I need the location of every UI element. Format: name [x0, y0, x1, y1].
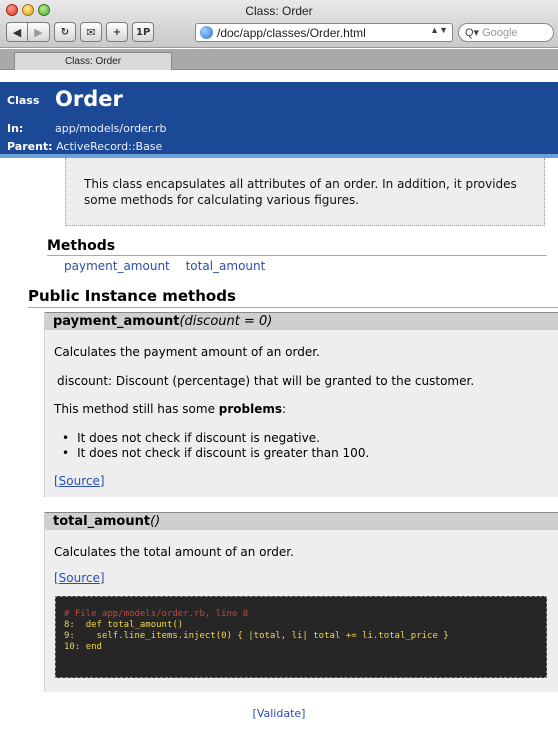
plus-icon: + [112, 26, 122, 38]
add-bookmark-button[interactable]: + [106, 22, 128, 42]
line-number: 10: [64, 642, 81, 652]
method-index: payment_amount total_amount [64, 259, 277, 273]
class-header-banner: Class Order In: app/models/order.rb Pare… [0, 82, 558, 158]
methods-heading: Methods [47, 238, 547, 256]
forward-arrow-icon: ▶ [34, 25, 43, 39]
method-summary: Calculates the total amount of an order. [54, 545, 294, 559]
window-titlebar: Class: Order ◀ ▶ ↻ ✉ + 1P /doc/app/class… [0, 0, 558, 48]
onepassword-icon: 1P [136, 26, 151, 38]
method-params: () [150, 514, 161, 529]
back-button[interactable]: ◀ [6, 22, 28, 42]
class-name: Order [55, 87, 123, 111]
file-path[interactable]: app/models/order.rb [55, 122, 166, 135]
method-summary: Calculates the payment amount of an orde… [54, 345, 320, 359]
class-description: This class encapsulates all attributes o… [65, 158, 545, 226]
source-link[interactable]: [Source] [54, 571, 105, 585]
browser-toolbar: ◀ ▶ ↻ ✉ + 1P [6, 22, 155, 42]
back-arrow-icon: ◀ [12, 25, 22, 39]
search-icon: Q▾ [465, 27, 480, 39]
problems-note: This method still has some problems: [54, 402, 287, 416]
list-item: It does not check if discount is greater… [62, 446, 369, 460]
method-link-payment-amount[interactable]: payment_amount [64, 259, 170, 273]
globe-icon [200, 26, 213, 39]
search-field[interactable]: Q▾ Google [458, 23, 554, 42]
list-item: It does not check if discount is negativ… [62, 431, 320, 445]
line-number: 9: [64, 631, 75, 641]
public-methods-heading: Public Instance methods [28, 287, 558, 308]
snapback-icon: ✉ [86, 25, 96, 39]
search-placeholder: Google [482, 26, 518, 39]
source-link[interactable]: [Source] [54, 474, 105, 488]
parent-class: ActiveRecord::Base [56, 140, 163, 153]
method-params: (discount = 0) [179, 314, 273, 329]
page-content: Class Order In: app/models/order.rb Pare… [0, 71, 558, 729]
source-code-block: # File app/models/order.rb, line 8 8: de… [55, 596, 547, 678]
code-line: self.line_items.inject(0) { |total, li| … [85, 631, 449, 641]
snapback-button[interactable]: ✉ [80, 22, 102, 42]
method-name: total_amount [53, 514, 151, 529]
forward-button[interactable]: ▶ [28, 22, 50, 42]
method-signature: payment_amount(discount = 0) [45, 312, 558, 330]
window-title: Class: Order [245, 4, 313, 18]
method-payment-amount: payment_amount(discount = 0) Calculates … [44, 312, 558, 497]
reload-icon: ↻ [60, 26, 70, 38]
tab-class-order[interactable]: Class: Order [14, 52, 172, 70]
line-number: 8: [64, 620, 75, 630]
url-stepper-icon[interactable]: ▲▼ [430, 25, 448, 35]
code-comment: # File app/models/order.rb, line 8 [64, 609, 249, 619]
validate-footer: [Validate] [0, 707, 558, 720]
method-signature: total_amount() [45, 512, 558, 530]
onepassword-button[interactable]: 1P [132, 22, 155, 42]
parent-row: Parent: ActiveRecord::Base [7, 140, 162, 153]
tab-bar: Class: Order [0, 49, 558, 70]
code-line: end [85, 642, 102, 652]
class-label: Class [7, 94, 40, 107]
file-label: In: [7, 122, 24, 135]
method-total-amount: total_amount() Calculates the total amou… [44, 512, 558, 692]
address-bar[interactable]: /doc/app/classes/Order.html ▲▼ [195, 23, 453, 42]
param-description: discount: Discount (percentage) that wil… [57, 374, 475, 388]
address-text: /doc/app/classes/Order.html [217, 25, 366, 40]
code-line: def total_amount() [85, 620, 184, 630]
parent-label: Parent: [7, 140, 53, 153]
reload-button[interactable]: ↻ [54, 22, 76, 42]
nav-buttons: ◀ ▶ [6, 22, 50, 42]
method-name: payment_amount [53, 314, 180, 329]
validate-link[interactable]: [Validate] [253, 707, 306, 720]
method-link-total-amount[interactable]: total_amount [186, 259, 266, 273]
